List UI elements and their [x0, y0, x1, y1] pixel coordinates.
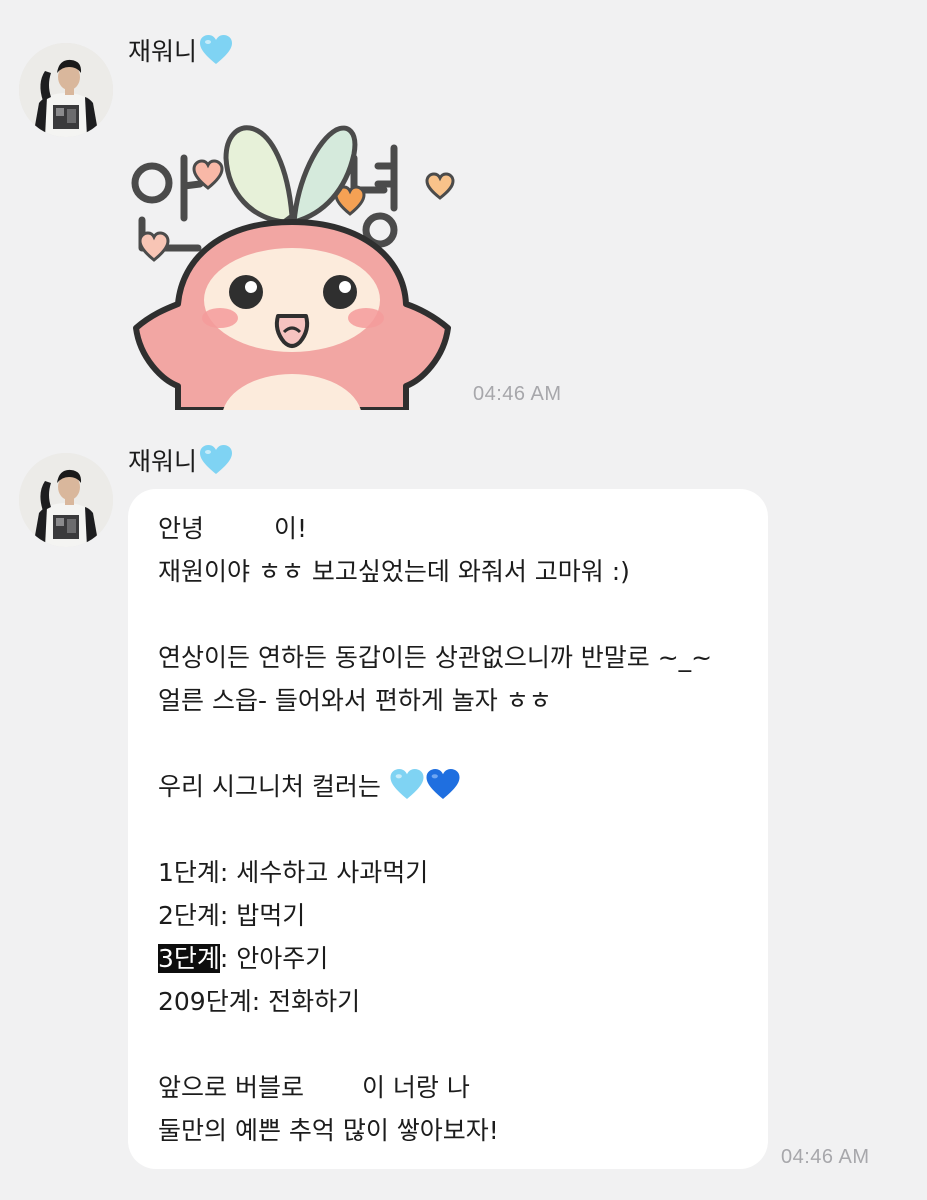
light-blue-heart-icon: [199, 444, 233, 483]
message-line: 2단계: 밥먹기: [158, 901, 306, 930]
avatar[interactable]: [19, 453, 113, 547]
message-text-segment: 앞으로 버블로: [158, 1073, 304, 1102]
timestamp: 04:46 AM: [781, 1146, 870, 1168]
message-text-segment: 이 너랑 나: [361, 1073, 470, 1102]
message-line: 연상이든 연하든 동갑이든 상관없으니까 반말로 ~_~: [158, 643, 713, 672]
message-line: 우리 시그니처 컬러는: [158, 765, 748, 808]
message-text-segment: : 안아주기: [219, 944, 329, 973]
message-line: 재원이야 ㅎㅎ 보고싶었는데 와줘서 고마워 :): [158, 557, 630, 586]
light-blue-heart-icon: [389, 768, 425, 814]
sender-name: 재워니: [128, 444, 233, 483]
message-line: 앞으로 버블로 이 너랑 나: [158, 1066, 748, 1109]
blue-heart-icon: [425, 768, 461, 814]
sender-name-text: 재워니: [128, 447, 198, 476]
highlighted-text[interactable]: 3단계: [158, 944, 220, 973]
message-bubble[interactable]: 안녕 이! 재원이야 ㅎㅎ 보고싶었는데 와줘서 고마워 :) 연상이든 연하든 …: [128, 489, 768, 1169]
message-text-segment: 우리 시그니처 컬러는: [158, 772, 381, 801]
message-line: 209단계: 전화하기: [158, 987, 361, 1016]
message-line: 안녕 이!: [158, 507, 748, 550]
message-line: 3단계: 안아주기: [158, 937, 748, 980]
avatar-photo: [19, 453, 113, 547]
message-text: 재워니 안녕 이! 재원이야 ㅎㅎ 보고싶었는데 와줘서 고마워 :) 연상이든 …: [0, 0, 927, 1200]
message-line: 얼른 스읍- 들어와서 편하게 놀자 ㅎㅎ: [158, 686, 552, 715]
message-line: 둘만의 예쁜 추억 많이 쌓아보자!: [158, 1116, 499, 1145]
message-line: 1단계: 세수하고 사과먹기: [158, 858, 429, 887]
message-text-segment: 이!: [274, 514, 308, 543]
message-text-segment: 안녕: [158, 514, 205, 543]
